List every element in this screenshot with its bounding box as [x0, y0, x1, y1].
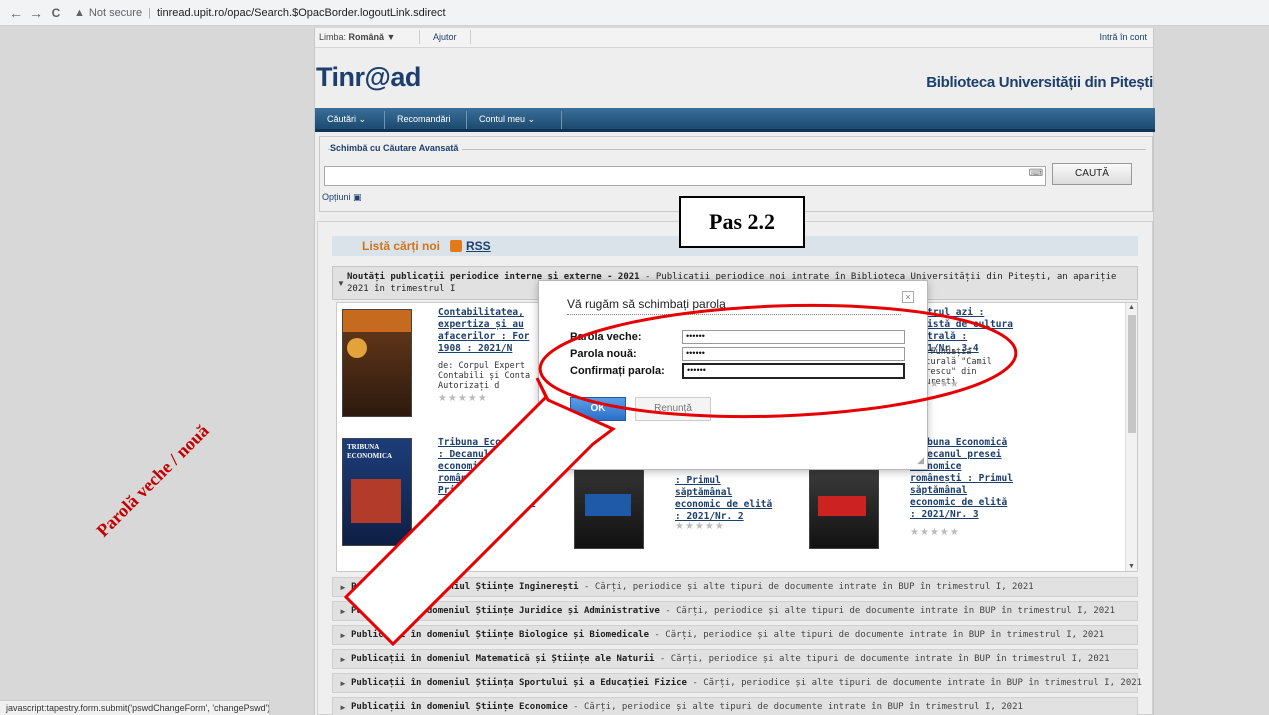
accordion-sport[interactable]: ► Publicații în domeniul Știința Sportulu…	[332, 673, 1142, 693]
tinread-logo[interactable]: Tinr@ad	[316, 62, 421, 93]
advanced-search-link[interactable]: Căutare Avansată	[383, 143, 458, 153]
item-title-link[interactable]: Tribuna Economică : Decanul presei econo…	[438, 437, 538, 521]
item-author: de: Corpul Expert Contabili și Conta Aut…	[438, 361, 531, 391]
close-icon[interactable]: ×	[902, 291, 914, 303]
rss-icon[interactable]	[450, 240, 462, 252]
browser-toolbar: ← → C ▲ Not secure | tinread.upit.ro/opa…	[0, 0, 1269, 26]
menu-searches[interactable]: Căutări ⌄	[327, 114, 366, 125]
menu-recommendations[interactable]: Recomandări	[397, 114, 451, 124]
language-label: Limba: Română ▼	[319, 32, 396, 42]
back-icon[interactable]: ←	[6, 5, 26, 21]
resize-grip-icon[interactable]: ◢	[917, 455, 924, 466]
accordion-math[interactable]: ► Publicații în domeniul Matematică și Șt…	[332, 649, 1138, 669]
book-cover[interactable]	[342, 309, 412, 417]
accordion-engineering[interactable]: ► Publicații în domeniul Științe Inginere…	[332, 577, 1138, 597]
new-password-field[interactable]: ••••••	[682, 347, 905, 361]
old-password-field[interactable]: ••••••	[682, 330, 905, 344]
reload-icon[interactable]: C	[46, 6, 66, 20]
search-input[interactable]	[324, 166, 1046, 186]
new-books-title: Listă cărți noi	[362, 239, 441, 253]
library-name: Biblioteca Universității din Pitești	[926, 74, 1153, 91]
login-link[interactable]: Intră în cont	[1099, 32, 1147, 42]
url-separator: |	[148, 6, 151, 19]
arrow-label: Parolă veche / nouă	[92, 420, 213, 541]
rss-link[interactable]: RSS	[466, 239, 491, 253]
dialog-title: Vă rugăm să schimbați parola	[567, 297, 726, 311]
address-bar[interactable]: tinread.upit.ro/opac/Search.$OpacBorder.…	[157, 7, 446, 19]
step-label: Pas 2.2	[679, 196, 805, 248]
language-select[interactable]: Română ▼	[349, 32, 396, 42]
rating-stars[interactable]: ★★★★★	[675, 521, 725, 532]
cancel-button[interactable]: Renunță	[635, 397, 711, 421]
search-button[interactable]: CAUTĂ	[1052, 163, 1132, 185]
collapsed-caret-icon: ►	[339, 679, 347, 688]
cover-text: TRIBUNA ECONOMICA	[347, 443, 393, 460]
accordion-law[interactable]: ► Publicații în domeniul Științe Juridice…	[332, 601, 1138, 621]
collapsed-caret-icon: ►	[339, 607, 347, 616]
carousel-scrollbar[interactable]: ▲ ▼	[1125, 303, 1137, 571]
forward-icon[interactable]: →	[26, 5, 46, 21]
scrollbar-thumb[interactable]	[1128, 315, 1136, 433]
old-password-label: Parola veche:	[570, 331, 642, 343]
rating-stars[interactable]: ★★★★★	[910, 527, 960, 538]
ok-button[interactable]: OK	[570, 397, 626, 421]
rating-stars[interactable]: ★★★★★	[438, 393, 488, 404]
not-secure-label[interactable]: Not secure	[89, 7, 142, 19]
new-password-label: Parola nouă:	[570, 348, 637, 360]
collapsed-caret-icon: ►	[339, 583, 347, 592]
warning-triangle-icon[interactable]: ▲	[74, 7, 85, 19]
top-utility-bar: Limba: Română ▼ Ajutor Intră în cont	[315, 28, 1153, 48]
item-title-link[interactable]: Contabilitatea, expertiza și au afaceril…	[438, 307, 546, 355]
collapsed-caret-icon: ►	[339, 631, 347, 640]
menu-my-account[interactable]: Contul meu ⌄	[479, 114, 535, 125]
search-mode-legend: Schimbă cu Căutare Avansată	[330, 143, 463, 153]
expanded-caret-icon: ▼	[337, 279, 345, 288]
main-menu: Căutări ⌄ Recomandări Contul meu ⌄	[315, 108, 1155, 132]
keyboard-icon[interactable]: ⌨	[1028, 168, 1044, 184]
item-title-link[interactable]: : Primul săptămânal economic de elită : …	[675, 475, 783, 523]
title-divider	[567, 314, 901, 315]
book-cover[interactable]: TRIBUNA ECONOMICA	[342, 438, 412, 546]
options-toggle[interactable]: Opțiuni ▣	[322, 192, 362, 203]
accordion-economics[interactable]: ► Publicații în domeniul Științe Economic…	[332, 697, 1138, 715]
status-bar: javascript:tapestry.form.submit('pswdCha…	[0, 700, 270, 715]
confirm-password-field[interactable]: ••••••	[682, 363, 905, 379]
collapsed-caret-icon: ►	[339, 655, 347, 664]
rating-stars[interactable]: ★★★★★	[438, 527, 488, 538]
confirm-password-label: Confirmați parola:	[570, 365, 665, 377]
accordion-biology[interactable]: ► Publicații în domeniul Științe Biologic…	[332, 625, 1138, 645]
help-link[interactable]: Ajutor	[433, 32, 457, 42]
collapsed-caret-icon: ►	[339, 703, 347, 712]
change-password-dialog: Vă rugăm să schimbați parola × Parola ve…	[538, 280, 928, 470]
